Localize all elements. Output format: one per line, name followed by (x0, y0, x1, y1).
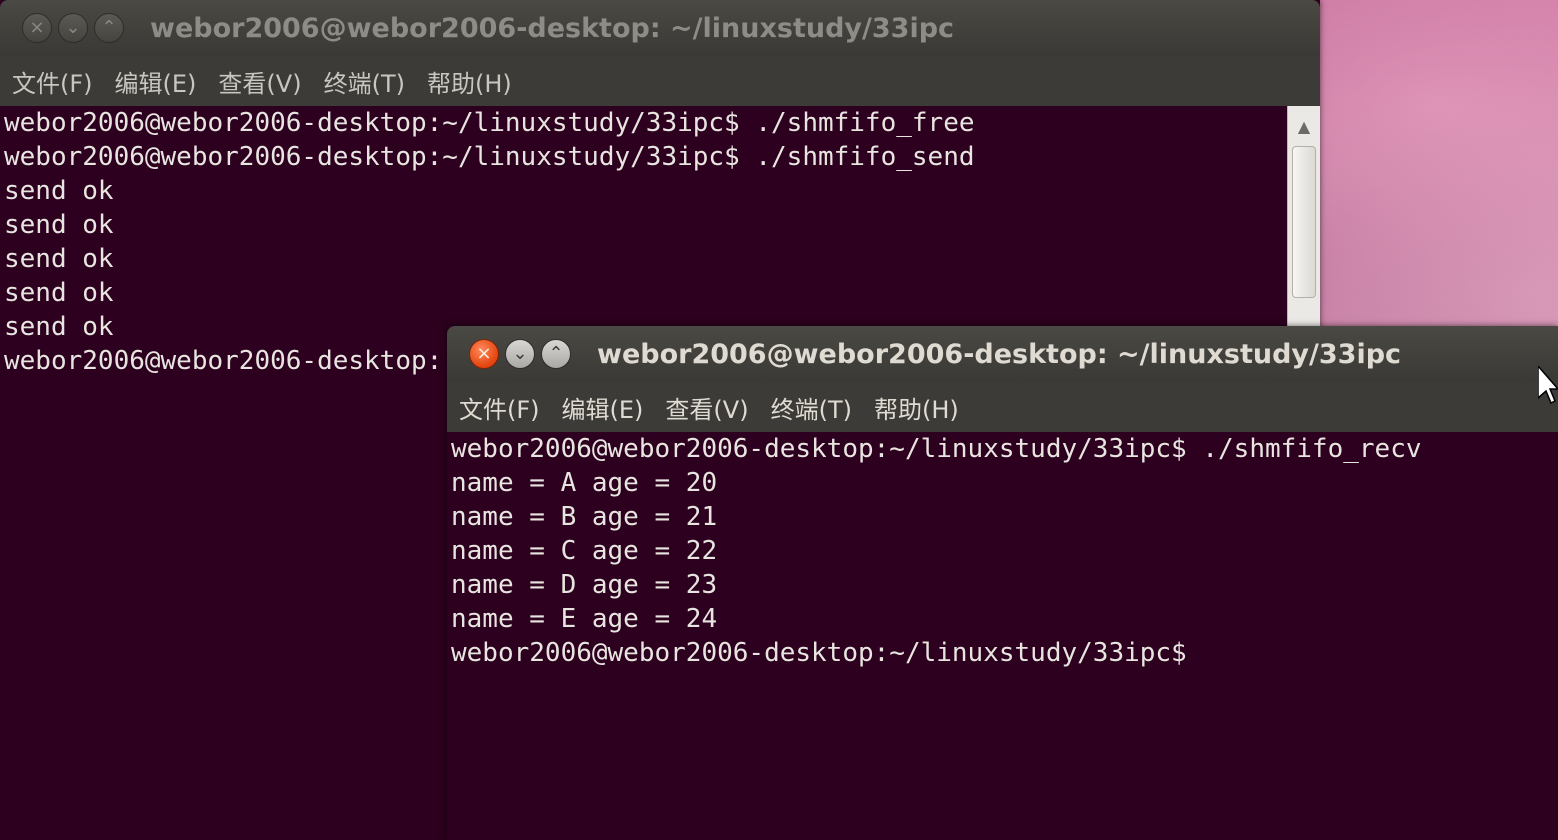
scroll-thumb[interactable] (1292, 146, 1316, 298)
terminal-line: name = D age = 23 (451, 570, 718, 600)
menu-help[interactable]: 帮助(H) (874, 390, 959, 425)
menu-view[interactable]: 查看(V) (665, 390, 748, 425)
terminal-line: webor2006@webor2006-desktop:~/linuxstudy… (451, 434, 1422, 464)
terminal-line: send ok (4, 244, 114, 274)
chevron-up-icon[interactable]: ⌃ (541, 339, 571, 369)
window-title: webor2006@webor2006-desktop: ~/linuxstud… (597, 338, 1402, 370)
terminal-line: name = B age = 21 (451, 502, 718, 532)
terminal-line: webor2006@webor2006-desktop:~/linuxstudy… (451, 638, 1187, 668)
terminal-line: name = E age = 24 (451, 604, 718, 634)
terminal-line: send ok (4, 278, 114, 308)
window-controls: × ⌄ ⌃ (469, 339, 571, 369)
terminal-line: name = A age = 20 (451, 468, 718, 498)
terminal-window-receiver[interactable]: × ⌄ ⌃ webor2006@webor2006-desktop: ~/lin… (447, 326, 1558, 840)
chevron-down-icon[interactable]: ⌄ (58, 13, 88, 43)
terminal-line: name = C age = 22 (451, 536, 718, 566)
window-title: webor2006@webor2006-desktop: ~/linuxstud… (150, 12, 955, 44)
close-icon[interactable]: × (22, 13, 52, 43)
menu-edit[interactable]: 编辑(E) (562, 390, 644, 425)
menu-file[interactable]: 文件(F) (459, 390, 540, 425)
terminal-output[interactable]: webor2006@webor2006-desktop:~/linuxstudy… (447, 432, 1558, 840)
menu-file[interactable]: 文件(F) (12, 64, 93, 99)
menubar: 文件(F) 编辑(E) 查看(V) 终端(T) 帮助(H) (0, 56, 1320, 106)
terminal-line: send ok (4, 210, 114, 240)
menubar: 文件(F) 编辑(E) 查看(V) 终端(T) 帮助(H) (447, 382, 1558, 432)
window-titlebar[interactable]: × ⌄ ⌃ webor2006@webor2006-desktop: ~/lin… (0, 0, 1320, 56)
terminal-line: webor2006@webor2006-desktop:~/linuxstudy… (4, 142, 975, 172)
terminal-line: webor2006@webor2006-desktop:~/linuxstudy… (4, 108, 975, 138)
window-titlebar[interactable]: × ⌄ ⌃ webor2006@webor2006-desktop: ~/lin… (447, 326, 1558, 382)
close-icon[interactable]: × (469, 339, 499, 369)
menu-terminal[interactable]: 终端(T) (771, 390, 852, 425)
chevron-up-icon[interactable]: ⌃ (94, 13, 124, 43)
window-controls: × ⌄ ⌃ (22, 13, 124, 43)
menu-help[interactable]: 帮助(H) (427, 64, 512, 99)
scroll-up-icon[interactable]: ▲ (1288, 106, 1320, 146)
menu-terminal[interactable]: 终端(T) (324, 64, 405, 99)
menu-view[interactable]: 查看(V) (218, 64, 301, 99)
terminal-line: send ok (4, 176, 114, 206)
menu-edit[interactable]: 编辑(E) (115, 64, 197, 99)
chevron-down-icon[interactable]: ⌄ (505, 339, 535, 369)
